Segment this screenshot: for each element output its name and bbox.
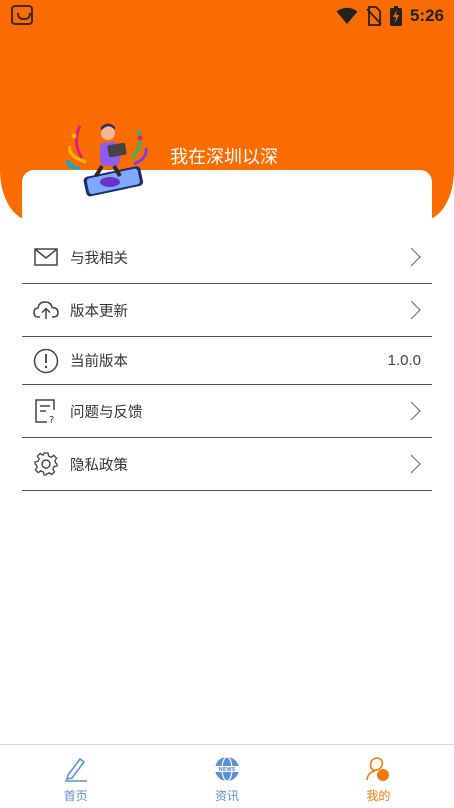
tab-label: 我的 bbox=[366, 789, 391, 803]
feedback-doc-icon: ? bbox=[33, 398, 59, 424]
menu-item-feedback[interactable]: ? 问题与反馈 bbox=[22, 385, 432, 438]
status-bar: 5:26 bbox=[0, 0, 454, 32]
info-circle-icon bbox=[33, 348, 59, 374]
pencil-icon bbox=[61, 754, 91, 784]
svg-text:NEWS: NEWS bbox=[219, 767, 236, 773]
menu-item-privacy-policy[interactable]: 隐私政策 bbox=[22, 438, 432, 491]
chevron-right-icon bbox=[402, 300, 421, 320]
menu-item-current-version: 当前版本 1.0.0 bbox=[22, 337, 432, 385]
profile-icon bbox=[363, 754, 393, 784]
menu-item-label: 隐私政策 bbox=[70, 457, 128, 474]
chevron-right-icon bbox=[402, 454, 421, 474]
username: 我在深圳以深 bbox=[170, 147, 278, 168]
menu-item-related-to-me[interactable]: 与我相关 bbox=[22, 231, 432, 284]
app-notification-icon bbox=[11, 5, 33, 25]
tab-label: 资讯 bbox=[214, 789, 239, 803]
news-globe-icon: NEWS bbox=[212, 754, 242, 784]
tab-mine[interactable]: 我的 bbox=[303, 745, 454, 808]
settings-menu: 与我相关 版本更新 当前版本 1.0.0 ? 问题与反馈 隐私政策 bbox=[22, 231, 432, 491]
menu-item-label: 问题与反馈 bbox=[70, 404, 143, 421]
chevron-right-icon bbox=[402, 401, 421, 421]
tab-news[interactable]: NEWS 资讯 bbox=[151, 745, 302, 808]
gear-icon bbox=[33, 451, 59, 477]
menu-item-label: 版本更新 bbox=[70, 303, 128, 320]
version-number: 1.0.0 bbox=[387, 352, 421, 369]
menu-item-label: 当前版本 bbox=[70, 354, 128, 370]
menu-item-version-update[interactable]: 版本更新 bbox=[22, 284, 432, 337]
mail-icon bbox=[33, 244, 59, 270]
tab-home[interactable]: 首页 bbox=[0, 745, 151, 808]
cloud-upload-icon bbox=[33, 297, 59, 323]
avatar[interactable] bbox=[62, 118, 152, 198]
tab-label: 首页 bbox=[63, 789, 88, 803]
bottom-tab-bar: 首页 NEWS 资讯 我的 bbox=[0, 744, 454, 808]
status-icons: 5:26 bbox=[336, 4, 444, 28]
status-time: 5:26 bbox=[409, 6, 444, 25]
svg-text:?: ? bbox=[49, 415, 54, 424]
chevron-right-icon bbox=[402, 247, 421, 267]
menu-item-label: 与我相关 bbox=[70, 250, 128, 267]
battery-charging-icon bbox=[389, 6, 402, 26]
wifi-icon bbox=[336, 7, 358, 24]
no-sim-icon bbox=[366, 6, 382, 26]
